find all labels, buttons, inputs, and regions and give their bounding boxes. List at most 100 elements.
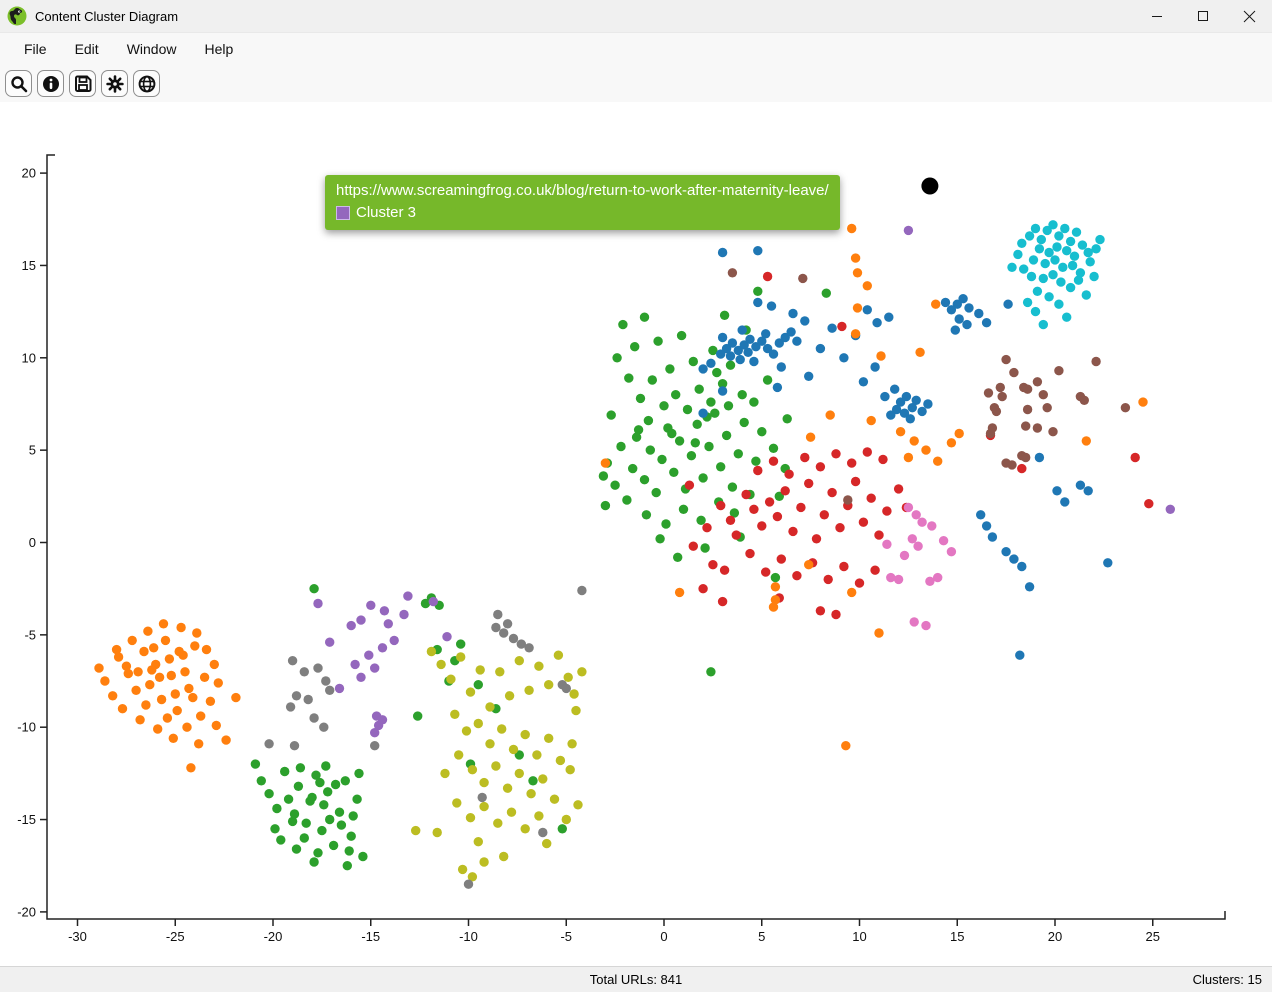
data-point[interactable] — [399, 610, 408, 619]
data-point[interactable] — [1007, 460, 1016, 469]
data-point[interactable] — [698, 409, 707, 418]
data-point[interactable] — [671, 390, 680, 399]
data-point[interactable] — [689, 542, 698, 551]
data-point[interactable] — [698, 364, 707, 373]
data-point[interactable] — [816, 462, 825, 471]
data-point[interactable] — [706, 359, 715, 368]
data-point[interactable] — [689, 357, 698, 366]
data-point[interactable] — [446, 675, 455, 684]
data-point[interactable] — [509, 634, 518, 643]
data-point[interactable] — [716, 462, 725, 471]
data-point[interactable] — [640, 475, 649, 484]
data-point[interactable] — [702, 523, 711, 532]
data-point[interactable] — [1023, 405, 1032, 414]
data-point[interactable] — [378, 643, 387, 652]
data-point[interactable] — [1131, 453, 1140, 462]
data-point[interactable] — [352, 795, 361, 804]
data-point[interactable] — [992, 407, 1001, 416]
data-point[interactable] — [927, 521, 936, 530]
data-point[interactable] — [507, 808, 516, 817]
data-point[interactable] — [1001, 355, 1010, 364]
data-point[interactable] — [1033, 377, 1042, 386]
data-point[interactable] — [749, 357, 758, 366]
data-point[interactable] — [601, 458, 610, 467]
data-point[interactable] — [734, 449, 743, 458]
data-point[interactable] — [872, 318, 881, 327]
data-point[interactable] — [642, 510, 651, 519]
data-point[interactable] — [309, 857, 318, 866]
data-point[interactable] — [958, 294, 967, 303]
info-button[interactable] — [37, 70, 64, 97]
data-point[interactable] — [1144, 499, 1153, 508]
data-point[interactable] — [476, 665, 485, 674]
data-point[interactable] — [296, 763, 305, 772]
data-point[interactable] — [908, 534, 917, 543]
data-point[interactable] — [569, 689, 578, 698]
data-point[interactable] — [479, 802, 488, 811]
data-point[interactable] — [231, 693, 240, 702]
data-point[interactable] — [947, 438, 956, 447]
data-point[interactable] — [478, 793, 487, 802]
data-point[interactable] — [910, 436, 919, 445]
data-point[interactable] — [347, 832, 356, 841]
data-point[interactable] — [276, 835, 285, 844]
data-point[interactable] — [122, 662, 131, 671]
search-button[interactable] — [5, 70, 32, 97]
data-point[interactable] — [356, 615, 365, 624]
data-point[interactable] — [573, 800, 582, 809]
data-point[interactable] — [1076, 481, 1085, 490]
data-point[interactable] — [612, 353, 621, 362]
data-point[interactable] — [450, 710, 459, 719]
data-point[interactable] — [1060, 224, 1069, 233]
data-point[interactable] — [921, 621, 930, 630]
data-point[interactable] — [720, 566, 729, 575]
data-point[interactable] — [505, 691, 514, 700]
data-point[interactable] — [822, 289, 831, 298]
data-point[interactable] — [912, 510, 921, 519]
data-point[interactable] — [157, 695, 166, 704]
data-point[interactable] — [878, 455, 887, 464]
minimize-button[interactable] — [1134, 0, 1180, 32]
data-point[interactable] — [771, 582, 780, 591]
data-point[interactable] — [915, 348, 924, 357]
data-point[interactable] — [290, 809, 299, 818]
data-point[interactable] — [319, 723, 328, 732]
data-point[interactable] — [1080, 396, 1089, 405]
data-point[interactable] — [558, 824, 567, 833]
data-point[interactable] — [1003, 300, 1012, 309]
data-point[interactable] — [370, 728, 379, 737]
data-point[interactable] — [474, 680, 483, 689]
data-point[interactable] — [741, 490, 750, 499]
data-point[interactable] — [933, 457, 942, 466]
data-point[interactable] — [886, 410, 895, 419]
data-point[interactable] — [251, 759, 260, 768]
data-point[interactable] — [646, 445, 655, 454]
data-point[interactable] — [286, 702, 295, 711]
data-point[interactable] — [313, 663, 322, 672]
data-point[interactable] — [169, 734, 178, 743]
data-point[interactable] — [1027, 272, 1036, 281]
data-point[interactable] — [309, 713, 318, 722]
data-point[interactable] — [143, 627, 152, 636]
data-point[interactable] — [325, 815, 334, 824]
data-point[interactable] — [556, 756, 565, 765]
data-point[interactable] — [777, 554, 786, 563]
data-point[interactable] — [206, 697, 215, 706]
data-point[interactable] — [349, 811, 358, 820]
data-point[interactable] — [894, 575, 903, 584]
data-point[interactable] — [870, 362, 879, 371]
data-point[interactable] — [468, 765, 477, 774]
data-point[interactable] — [202, 645, 211, 654]
data-point[interactable] — [292, 691, 301, 700]
data-point[interactable] — [820, 510, 829, 519]
data-point[interactable] — [753, 466, 762, 475]
data-point[interactable] — [524, 643, 533, 652]
data-point[interactable] — [843, 495, 852, 504]
data-point[interactable] — [313, 599, 322, 608]
data-point[interactable] — [757, 427, 766, 436]
data-point[interactable] — [1035, 453, 1044, 462]
data-point[interactable] — [745, 549, 754, 558]
data-point[interactable] — [315, 778, 324, 787]
data-point[interactable] — [577, 667, 586, 676]
data-point[interactable] — [923, 399, 932, 408]
